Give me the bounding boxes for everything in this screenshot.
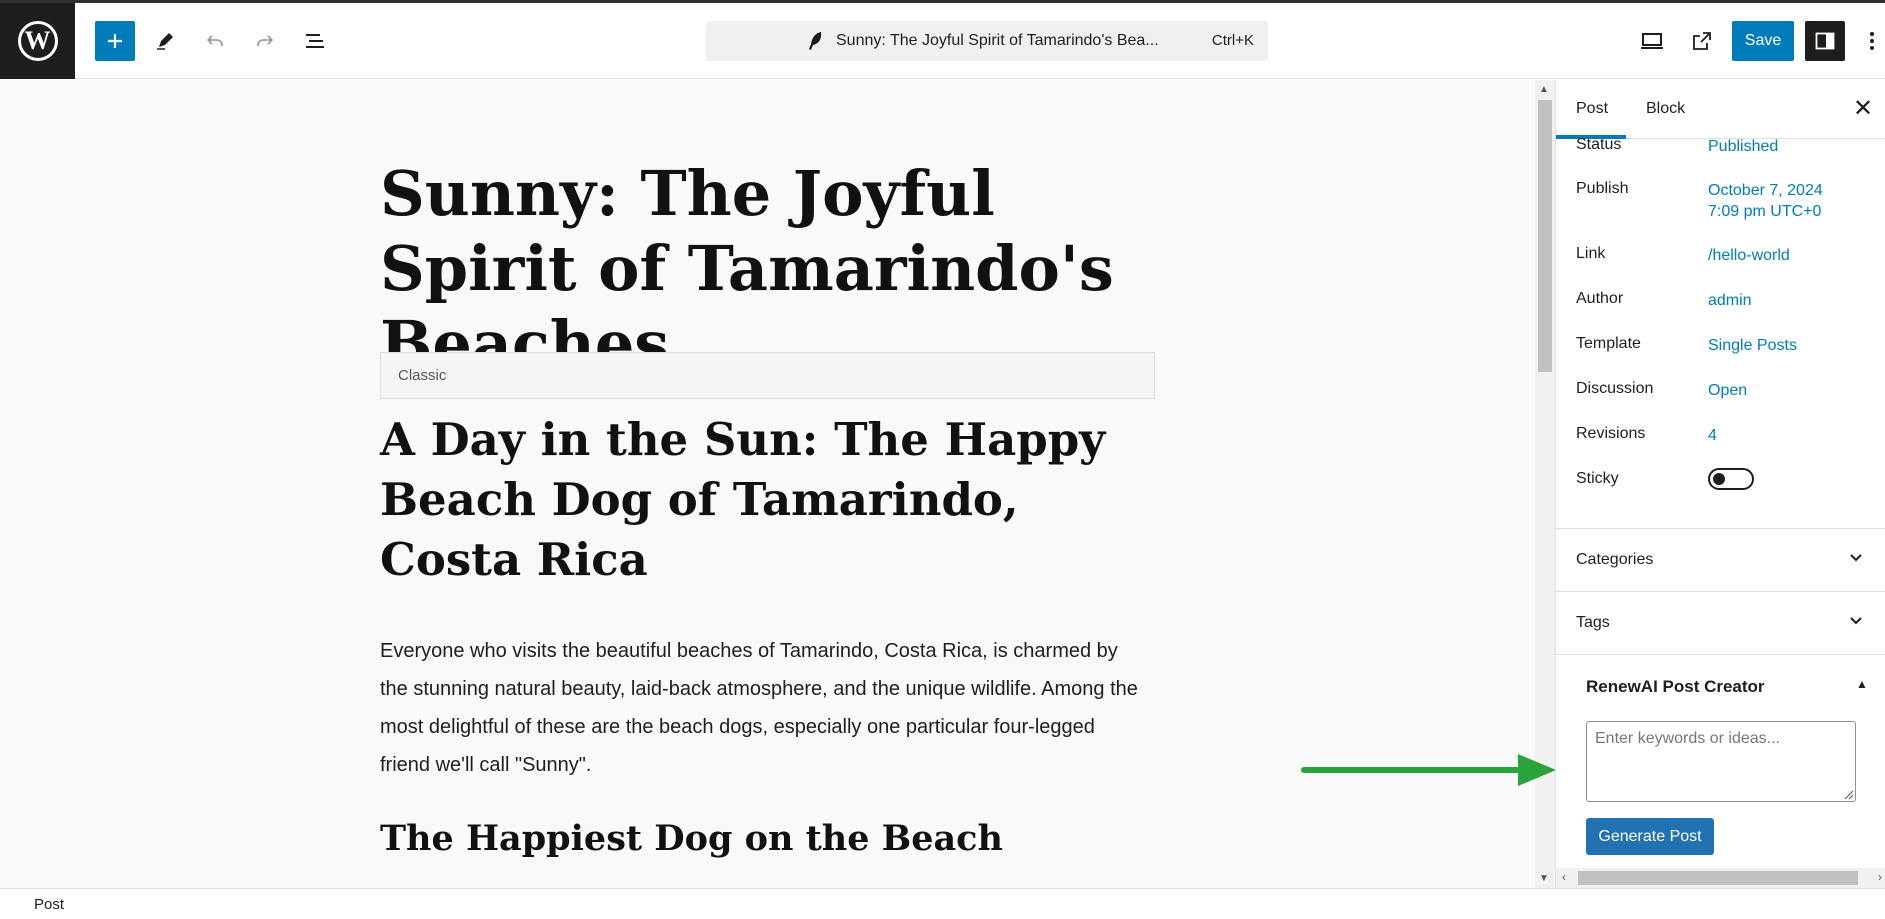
scroll-left-arrow-icon[interactable]: ‹ xyxy=(1562,870,1566,884)
settings-sidebar: Post Block ✕ Status Published Publish Oc… xyxy=(1555,80,1885,888)
revisions-label: Revisions xyxy=(1576,425,1646,442)
sticky-toggle-knob xyxy=(1713,473,1725,485)
scroll-up-arrow-icon[interactable]: ▲ xyxy=(1539,84,1549,95)
document-overview-button[interactable] xyxy=(295,21,335,61)
sticky-label: Sticky xyxy=(1576,470,1619,487)
more-vertical-icon xyxy=(1869,32,1874,50)
publish-time: 7:09 pm UTC+0 xyxy=(1708,203,1822,220)
canvas-scroll-thumb[interactable] xyxy=(1538,100,1552,372)
command-palette-bar[interactable]: Sunny: The Joyful Spirit of Tamarindo's … xyxy=(706,21,1268,61)
template-label: Template xyxy=(1576,335,1641,352)
view-button[interactable] xyxy=(1632,21,1672,61)
external-link-icon xyxy=(1693,32,1711,50)
categories-label: Categories xyxy=(1576,551,1654,568)
generate-post-button[interactable]: Generate Post xyxy=(1586,818,1714,855)
publish-date: October 7, 2024 xyxy=(1708,182,1823,199)
sidebar-horizontal-scrollbar[interactable]: ‹ › xyxy=(1556,868,1885,888)
author-label: Author xyxy=(1576,290,1624,307)
renewai-keywords-input[interactable] xyxy=(1586,721,1856,802)
list-view-icon xyxy=(306,34,324,48)
post-heading[interactable]: A Day in the Sun: The Happy Beach Dog of… xyxy=(380,410,1150,590)
undo-icon xyxy=(206,35,223,46)
redo-icon xyxy=(257,35,274,46)
command-post-title: Sunny: The Joyful Spirit of Tamarindo's … xyxy=(836,32,1159,49)
scroll-down-arrow-icon[interactable]: ▼ xyxy=(1539,873,1549,884)
chevron-down-icon xyxy=(1850,554,1862,562)
post-paragraph[interactable]: Everyone who visits the beautiful beache… xyxy=(380,632,1140,784)
tags-label: Tags xyxy=(1576,614,1610,631)
close-icon[interactable]: ✕ xyxy=(1853,94,1873,123)
renewai-panel: RenewAI Post Creator ▲ Generate Post xyxy=(1556,654,1885,888)
desktop-icon xyxy=(1641,33,1663,49)
wordpress-logo-icon: W xyxy=(17,21,58,61)
undo-button[interactable] xyxy=(195,21,235,61)
post-title[interactable]: Sunny: The Joyful Spirit of Tamarindo's … xyxy=(380,156,1180,381)
tab-post[interactable]: Post xyxy=(1576,100,1608,118)
footer-breadcrumb[interactable]: Post xyxy=(34,896,64,913)
permalink-value[interactable]: /hello-world xyxy=(1708,245,1790,266)
save-button[interactable]: Save xyxy=(1732,21,1794,61)
editor-toolbar: W Sunny: The Joyful Spirit of Tamarindo'… xyxy=(0,3,1885,79)
publish-label: Publish xyxy=(1576,180,1629,197)
sidebar-scroll-thumb[interactable] xyxy=(1578,871,1858,885)
chevron-down-icon xyxy=(1850,617,1862,625)
sticky-toggle[interactable] xyxy=(1708,468,1754,490)
options-menu-button[interactable] xyxy=(1858,21,1885,61)
tools-button[interactable] xyxy=(145,21,185,61)
pencil-icon xyxy=(157,33,173,50)
sidebar-icon xyxy=(1815,32,1835,50)
redo-button[interactable] xyxy=(245,21,285,61)
author-value[interactable]: admin xyxy=(1708,290,1752,311)
publish-date-link[interactable]: October 7, 2024 7:09 pm UTC+0 xyxy=(1708,180,1823,222)
view-post-button[interactable] xyxy=(1682,21,1722,61)
wordpress-logo-button[interactable]: W xyxy=(0,3,75,79)
editor-footer: Post xyxy=(0,888,1885,919)
sidebar-tabs: Post Block ✕ xyxy=(1556,80,1885,139)
annotation-arrow-icon xyxy=(1301,754,1556,786)
resize-grip-icon[interactable] xyxy=(1842,788,1854,800)
add-block-button[interactable] xyxy=(95,21,135,61)
quill-icon xyxy=(809,32,822,50)
scroll-right-arrow-icon[interactable]: › xyxy=(1878,870,1882,884)
categories-panel[interactable]: Categories xyxy=(1556,528,1885,591)
renewai-title[interactable]: RenewAI Post Creator xyxy=(1586,677,1765,697)
template-value[interactable]: Single Posts xyxy=(1708,335,1797,356)
link-label: Link xyxy=(1576,245,1606,262)
status-label: Status xyxy=(1576,136,1622,153)
tags-panel[interactable]: Tags xyxy=(1556,591,1885,654)
status-value[interactable]: Published xyxy=(1708,136,1778,157)
classic-block-label: Classic xyxy=(398,367,447,384)
settings-sidebar-toggle[interactable] xyxy=(1805,21,1845,61)
discussion-value[interactable]: Open xyxy=(1708,380,1747,401)
command-shortcut: Ctrl+K xyxy=(1211,32,1254,49)
classic-block[interactable]: Classic xyxy=(380,352,1155,399)
post-subheading[interactable]: The Happiest Dog on the Beach xyxy=(380,816,1140,862)
revisions-value[interactable]: 4 xyxy=(1708,425,1717,446)
tab-block[interactable]: Block xyxy=(1646,100,1685,118)
collapse-caret-icon[interactable]: ▲ xyxy=(1856,677,1868,691)
discussion-label: Discussion xyxy=(1576,380,1654,397)
plus-icon xyxy=(108,34,122,48)
